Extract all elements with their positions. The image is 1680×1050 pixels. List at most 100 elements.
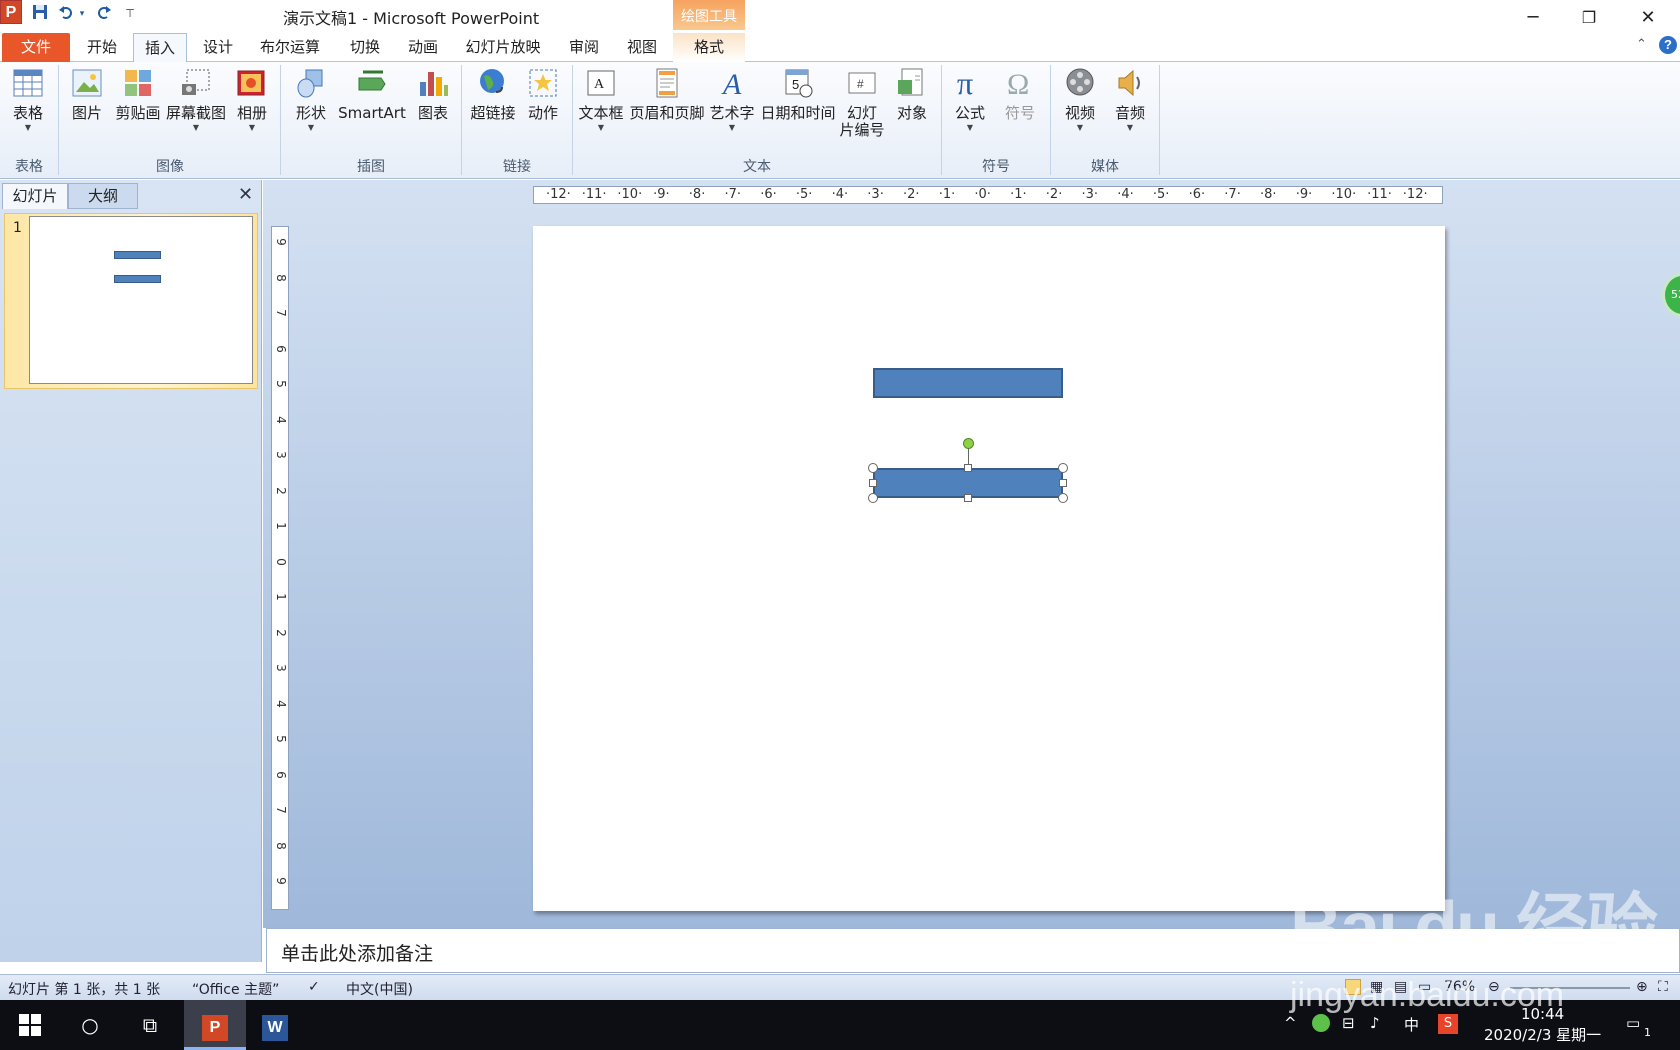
slideshow-icon[interactable]: ▭ bbox=[1418, 979, 1431, 995]
tab-review[interactable]: 审阅 bbox=[560, 33, 608, 62]
undo-dropdown-icon[interactable]: ▾ bbox=[76, 4, 88, 24]
date-time-button[interactable]: 5 日期和时间 bbox=[760, 66, 836, 122]
help-icon[interactable]: ? bbox=[1659, 36, 1677, 54]
dropdown-caret-icon: ▼ bbox=[966, 123, 974, 132]
ruler-tick-label: ·1· bbox=[938, 187, 956, 202]
clipart-button[interactable]: 剪贴画 bbox=[114, 66, 162, 122]
rotation-handle[interactable] bbox=[963, 438, 974, 449]
theme-status[interactable]: “Office 主题” bbox=[192, 979, 279, 999]
sogou-ime-icon[interactable]: S bbox=[1438, 1014, 1458, 1034]
zoom-level[interactable]: 76% bbox=[1444, 979, 1475, 995]
tab-outline[interactable]: 大纲 bbox=[68, 183, 138, 209]
customize-qat-icon[interactable]: ⊤ bbox=[120, 4, 140, 24]
slide-thumbnail[interactable] bbox=[29, 216, 253, 384]
wordart-button[interactable]: A 艺术字 ▼ bbox=[708, 66, 756, 132]
normal-view-icon[interactable] bbox=[1345, 979, 1361, 995]
close-pane-icon[interactable]: ✕ bbox=[238, 184, 253, 205]
ruler-tick-label: ·4· bbox=[1117, 187, 1134, 202]
dropdown-caret-icon: ▼ bbox=[728, 123, 736, 132]
zoom-in-icon[interactable]: ⊕ bbox=[1636, 979, 1648, 995]
dropdown-caret-icon: ▼ bbox=[597, 123, 605, 132]
resize-handle-top[interactable] bbox=[964, 464, 972, 472]
slide-thumbnail-selected[interactable]: 1 bbox=[4, 213, 258, 389]
resize-handle-bottom-left[interactable] bbox=[868, 493, 878, 503]
tab-file[interactable]: 文件 bbox=[2, 33, 70, 62]
taskbar-word-icon[interactable]: W bbox=[250, 1000, 300, 1050]
resize-handle-bottom-right[interactable] bbox=[1058, 493, 1068, 503]
zoom-out-icon[interactable]: ⊖ bbox=[1488, 979, 1500, 995]
tab-transitions[interactable]: 切换 bbox=[340, 33, 390, 62]
reading-view-icon[interactable]: ▤ bbox=[1394, 979, 1407, 995]
tab-format[interactable]: 格式 bbox=[673, 33, 745, 62]
svg-text:π: π bbox=[957, 66, 973, 100]
search-cortana-icon[interactable]: ○ bbox=[68, 1000, 112, 1050]
taskbar-powerpoint-icon[interactable]: P bbox=[184, 1000, 246, 1050]
resize-handle-top-left[interactable] bbox=[868, 463, 878, 473]
network-icon[interactable]: ⊟ bbox=[1342, 1014, 1355, 1032]
video-button[interactable]: 视频 ▼ bbox=[1058, 66, 1102, 132]
picture-button[interactable]: 图片 bbox=[67, 66, 107, 122]
tab-design[interactable]: 设计 bbox=[191, 33, 245, 62]
resize-handle-left[interactable] bbox=[869, 479, 877, 487]
resize-handle-right[interactable] bbox=[1059, 479, 1067, 487]
system-clock[interactable]: 10:44 2020/2/3 星期一 bbox=[1484, 1004, 1601, 1046]
screenshot-icon bbox=[182, 69, 210, 95]
tray-app-icon[interactable] bbox=[1312, 1014, 1330, 1032]
horizontal-ruler[interactable]: ·12· ·11· ·10· ·9· ·8· ·7· ·6· ·5· ·4· ·3· ·2· ·1· ·… bbox=[533, 186, 1443, 204]
task-view-icon[interactable]: ⧉ bbox=[128, 1000, 172, 1050]
undo-icon[interactable] bbox=[56, 4, 76, 24]
save-icon[interactable] bbox=[30, 4, 50, 24]
rectangle-shape-1[interactable] bbox=[873, 368, 1063, 398]
slide-count-status: 幻灯片 第 1 张，共 1 张 bbox=[8, 982, 161, 998]
table-button[interactable]: 表格 ▼ bbox=[8, 66, 48, 132]
hyperlink-button[interactable]: 超链接 bbox=[468, 66, 518, 122]
photo-album-button[interactable]: 相册 ▼ bbox=[232, 66, 272, 132]
header-footer-button[interactable]: 页眉和页脚 bbox=[628, 66, 706, 122]
tab-insert[interactable]: 插入 bbox=[133, 33, 187, 63]
object-button[interactable]: 对象 bbox=[890, 66, 934, 122]
vertical-ruler[interactable]: 9 8 7 6 5 4 3 2 1 0 1 2 3 4 5 6 7 8 9 bbox=[271, 226, 289, 910]
ruler-tick-label: ·6· bbox=[1188, 187, 1206, 202]
thumbnail-rectangle-1 bbox=[114, 251, 161, 259]
picture-icon bbox=[72, 69, 102, 97]
slide-number-icon: # bbox=[848, 72, 876, 94]
minimize-ribbon-icon[interactable]: ⌃ bbox=[1636, 37, 1647, 52]
zoom-slider[interactable] bbox=[1510, 987, 1630, 989]
resize-handle-top-right[interactable] bbox=[1058, 463, 1068, 473]
shapes-button[interactable]: 形状 ▼ bbox=[291, 66, 331, 132]
action-button[interactable]: 动作 bbox=[523, 66, 563, 122]
tray-expand-icon[interactable]: ^ bbox=[1284, 1014, 1297, 1032]
powerpoint-app-icon[interactable]: P bbox=[0, 0, 22, 24]
ime-indicator[interactable]: 中 bbox=[1404, 1014, 1419, 1035]
ruler-tick-label: 8 bbox=[274, 841, 288, 850]
slide-number-button[interactable]: # 幻灯 片编号 bbox=[838, 66, 886, 139]
group-label-links: 链接 bbox=[503, 159, 531, 175]
fit-to-window-icon[interactable]: ⛶ bbox=[1658, 979, 1668, 995]
redo-icon[interactable] bbox=[94, 4, 114, 24]
screenshot-button[interactable]: 屏幕截图 ▼ bbox=[164, 66, 228, 132]
chart-button[interactable]: 图表 bbox=[413, 66, 453, 122]
slide-canvas[interactable] bbox=[533, 226, 1445, 911]
dropdown-caret-icon: ▼ bbox=[24, 123, 32, 132]
volume-icon[interactable]: ♪ bbox=[1370, 1014, 1380, 1032]
notes-pane[interactable]: 单击此处添加备注 bbox=[266, 928, 1680, 973]
tab-boolean[interactable]: 布尔运算 bbox=[252, 33, 328, 62]
windows-start-icon[interactable] bbox=[10, 1000, 50, 1050]
tab-home[interactable]: 开始 bbox=[76, 33, 128, 62]
language-status[interactable]: 中文(中国) bbox=[346, 979, 413, 999]
textbox-button[interactable]: A 文本框 ▼ bbox=[578, 66, 624, 132]
notification-center-icon[interactable]: ▭ bbox=[1626, 1014, 1640, 1032]
ruler-tick-label: 3 bbox=[274, 451, 288, 459]
textbox-icon: A bbox=[587, 70, 615, 96]
resize-handle-bottom[interactable] bbox=[964, 494, 972, 502]
equation-button[interactable]: π 公式 ▼ bbox=[948, 66, 992, 132]
tab-slideshow[interactable]: 幻灯片放映 bbox=[460, 33, 546, 62]
spellcheck-icon[interactable]: ✓ bbox=[308, 979, 320, 995]
ruler-tick-label: ·11· bbox=[1367, 187, 1392, 202]
slide-sorter-icon[interactable]: ▦ bbox=[1370, 979, 1383, 995]
audio-button[interactable]: 音频 ▼ bbox=[1108, 66, 1152, 132]
tab-view[interactable]: 视图 bbox=[617, 33, 667, 62]
tab-slides[interactable]: 幻灯片 bbox=[2, 183, 68, 209]
smartart-button[interactable]: SmartArt bbox=[338, 66, 406, 122]
tab-animations[interactable]: 动画 bbox=[398, 33, 448, 62]
